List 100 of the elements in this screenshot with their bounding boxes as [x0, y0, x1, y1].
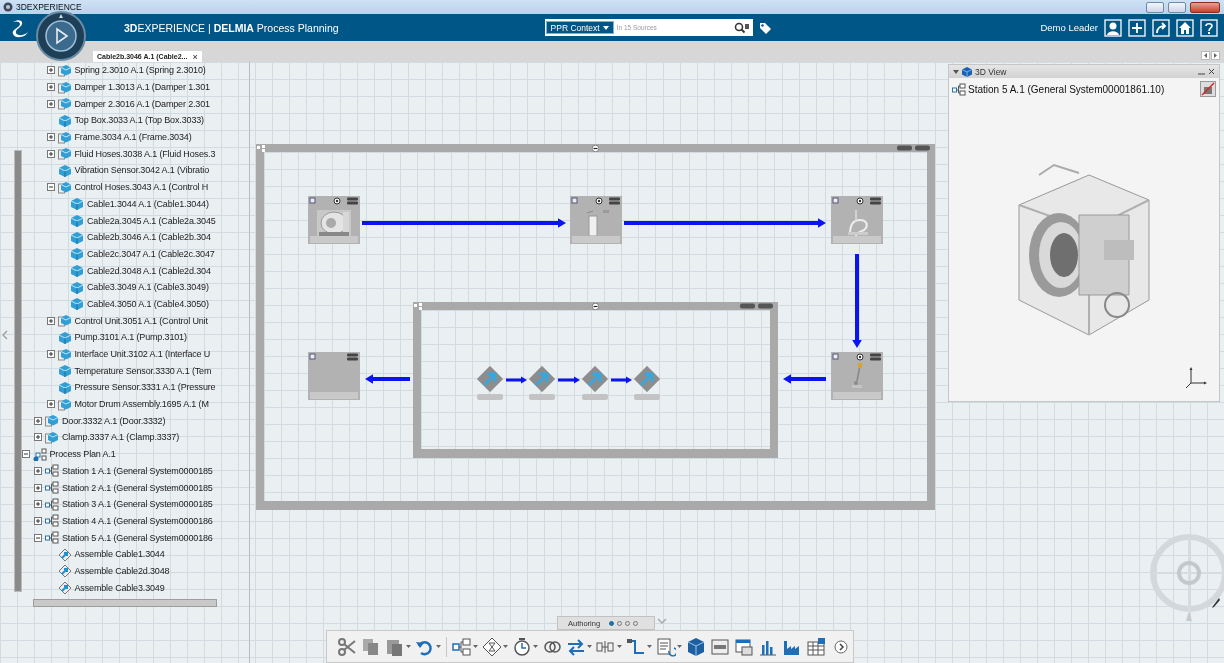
node-controls-icon[interactable] — [832, 197, 882, 205]
tree-item-label: Station 3 A.1 (General System0000185 — [62, 499, 213, 510]
tree-item-label: Pressure Sensor.3331 A.1 (Pressure — [74, 382, 216, 393]
collapse-icon[interactable] — [592, 303, 599, 310]
caret-icon[interactable] — [953, 69, 959, 74]
flow-arrow — [506, 376, 527, 384]
close-button[interactable] — [1190, 1, 1220, 13]
toolbar-button[interactable] — [734, 636, 754, 657]
assembly-icon — [57, 130, 72, 144]
context-dropdown[interactable]: PPR Context — [545, 21, 614, 34]
table-icon — [806, 636, 826, 657]
station-node[interactable] — [831, 352, 883, 400]
tree-item-label: Cable2a.3045 A.1 (Cable2a.3045 — [87, 215, 216, 226]
expand-icon[interactable] — [34, 500, 42, 509]
toolbar-button[interactable] — [452, 636, 478, 657]
tree-item-label: Cable4.3050 A.1 (Cable4.3050) — [87, 298, 209, 309]
toolbar-button[interactable] — [656, 636, 682, 657]
tree-item-label: Control Hoses.3043 A.1 (Control H — [74, 182, 209, 193]
expand-icon[interactable] — [46, 83, 55, 92]
toolbar-button[interactable] — [337, 636, 357, 657]
node-controls-icon[interactable] — [309, 197, 359, 205]
expand-icon[interactable] — [34, 466, 42, 475]
toolbar-button[interactable] — [806, 636, 826, 657]
help-icon[interactable] — [1200, 18, 1218, 37]
tree-item-label: Damper 2.3016 A.1 (Damper 2.301 — [74, 98, 210, 109]
expand-icon[interactable] — [46, 66, 55, 75]
operation-node[interactable] — [528, 365, 556, 401]
toolbar-button[interactable] — [686, 636, 706, 657]
toolbar-button[interactable] — [710, 636, 730, 657]
station-node[interactable] — [308, 352, 360, 400]
expand-icon[interactable] — [46, 400, 55, 409]
operation-node[interactable] — [581, 365, 609, 401]
share-icon[interactable] — [1152, 18, 1170, 37]
scrollbar[interactable] — [14, 150, 22, 592]
toolbar-button[interactable] — [482, 636, 508, 657]
scrollbar[interactable] — [33, 599, 217, 607]
tree-item-label: Station 4 A.1 (General System0000186 — [62, 515, 213, 526]
station-node[interactable] — [831, 196, 883, 244]
cube-icon — [70, 264, 84, 278]
tree-item-label: Pump.3101 A.1 (Pump.3101) — [74, 332, 187, 343]
assembly-icon — [57, 97, 72, 111]
expand-icon[interactable] — [34, 433, 42, 442]
toolbar-button[interactable] — [566, 636, 592, 657]
tree-item-label: Door.3332 A.1 (Door.3332) — [62, 415, 166, 426]
tree-item-label: Frame.3034 A.1 (Frame.3034) — [74, 132, 192, 143]
toolbar-button[interactable] — [512, 636, 538, 657]
scroll-right-icon[interactable] — [1211, 51, 1220, 60]
toolbar-button[interactable] — [626, 636, 652, 657]
expand-icon[interactable] — [46, 350, 55, 359]
page-dot[interactable] — [609, 620, 615, 626]
station-icon — [45, 514, 59, 528]
cube-icon — [686, 636, 706, 657]
tag-icon[interactable] — [758, 21, 771, 34]
expand-icon[interactable] — [46, 316, 55, 325]
tree-item-label: Control Unit.3051 A.1 (Control Unit — [74, 315, 208, 326]
cube-icon — [962, 66, 972, 77]
expand-icon[interactable] — [34, 416, 42, 425]
station-node[interactable] — [570, 196, 622, 244]
tab-close-button[interactable]: × — [192, 51, 198, 62]
user-icon[interactable] — [1104, 18, 1122, 37]
toolbar-button[interactable] — [361, 636, 381, 657]
cube-icon — [70, 247, 84, 261]
collapse-icon[interactable] — [592, 145, 599, 152]
station-label: Station 5 A.1 (General System00001861.10) — [968, 83, 1166, 95]
home-icon[interactable] — [1176, 18, 1194, 37]
node-controls-icon[interactable] — [832, 353, 882, 361]
operation-node[interactable] — [633, 365, 661, 401]
tree-item-label: Top Box.3033 A.1 (Top Box.3033) — [74, 115, 204, 126]
frame-controls-icon[interactable] — [897, 145, 931, 151]
maximize-button[interactable] — [1168, 1, 1186, 13]
hide-icon[interactable] — [1200, 81, 1216, 97]
station-icon — [45, 497, 59, 511]
swap-arrows-icon — [566, 636, 586, 657]
minimize-button[interactable] — [1146, 1, 1164, 13]
cube-icon — [57, 163, 72, 177]
caption-bar — [572, 236, 620, 243]
scroll-left-icon[interactable] — [1201, 51, 1210, 60]
search-icon[interactable] — [733, 21, 750, 34]
expand-icon[interactable] — [46, 133, 55, 142]
expand-icon[interactable] — [46, 149, 55, 158]
tree-item-label: Vibration Sensor.3042 A.1 (Vibratio — [74, 165, 209, 176]
user-name[interactable]: Demo Leader — [1040, 22, 1098, 33]
node-controls-icon[interactable] — [571, 197, 621, 205]
operation-node[interactable] — [476, 365, 504, 401]
caret-icon — [647, 645, 652, 648]
close-icon[interactable] — [1208, 68, 1215, 75]
expand-icon[interactable] — [34, 516, 42, 525]
expand-icon[interactable] — [34, 483, 42, 492]
caret-icon — [436, 645, 441, 648]
station-node[interactable] — [308, 196, 360, 244]
tree-item-label: Clamp.3337 A.1 (Clamp.3337) — [62, 432, 179, 443]
scissors-icon — [337, 636, 357, 657]
plus-icon[interactable] — [1128, 18, 1146, 37]
cube-icon — [70, 197, 84, 211]
caption-bar — [310, 236, 358, 243]
expand-icon[interactable] — [46, 99, 55, 108]
assembly-icon — [57, 147, 72, 161]
more-icon[interactable] — [834, 639, 848, 654]
node-controls-icon[interactable] — [309, 353, 359, 361]
frame-controls-icon[interactable] — [740, 303, 774, 309]
